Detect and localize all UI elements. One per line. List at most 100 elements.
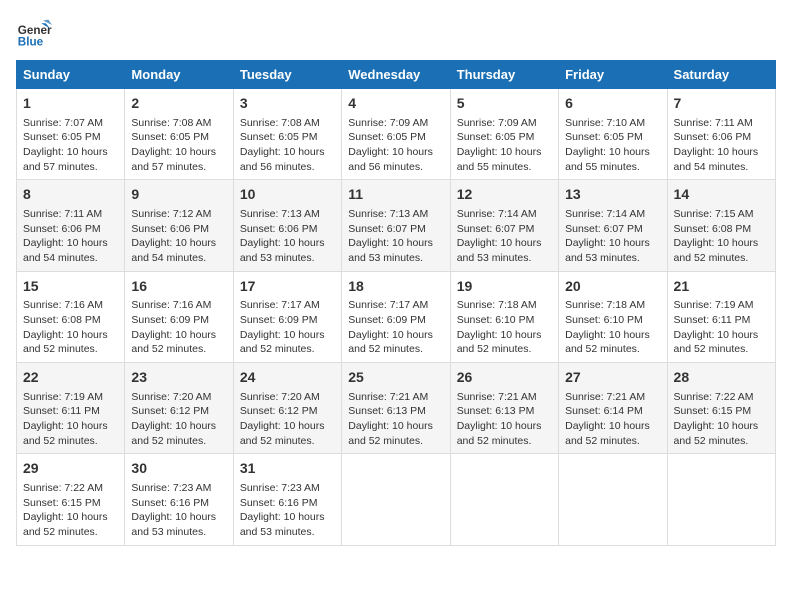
calendar-cell: 28Sunrise: 7:22 AM Sunset: 6:15 PM Dayli… <box>667 363 775 454</box>
column-header-sunday: Sunday <box>17 61 125 89</box>
day-info: Sunrise: 7:22 AM Sunset: 6:15 PM Dayligh… <box>674 390 769 449</box>
day-number: 10 <box>240 185 335 205</box>
day-info: Sunrise: 7:18 AM Sunset: 6:10 PM Dayligh… <box>457 298 552 357</box>
calendar-cell: 21Sunrise: 7:19 AM Sunset: 6:11 PM Dayli… <box>667 271 775 362</box>
day-info: Sunrise: 7:12 AM Sunset: 6:06 PM Dayligh… <box>131 207 226 266</box>
calendar-cell: 5Sunrise: 7:09 AM Sunset: 6:05 PM Daylig… <box>450 89 558 180</box>
day-number: 2 <box>131 94 226 114</box>
column-header-saturday: Saturday <box>667 61 775 89</box>
column-header-wednesday: Wednesday <box>342 61 450 89</box>
column-header-thursday: Thursday <box>450 61 558 89</box>
day-number: 9 <box>131 185 226 205</box>
day-number: 7 <box>674 94 769 114</box>
page-header: General Blue <box>16 16 776 52</box>
day-number: 16 <box>131 277 226 297</box>
day-number: 1 <box>23 94 118 114</box>
column-header-monday: Monday <box>125 61 233 89</box>
day-number: 22 <box>23 368 118 388</box>
calendar-cell: 23Sunrise: 7:20 AM Sunset: 6:12 PM Dayli… <box>125 363 233 454</box>
day-info: Sunrise: 7:21 AM Sunset: 6:14 PM Dayligh… <box>565 390 660 449</box>
day-info: Sunrise: 7:11 AM Sunset: 6:06 PM Dayligh… <box>23 207 118 266</box>
calendar-cell: 18Sunrise: 7:17 AM Sunset: 6:09 PM Dayli… <box>342 271 450 362</box>
calendar-table: SundayMondayTuesdayWednesdayThursdayFrid… <box>16 60 776 546</box>
day-number: 12 <box>457 185 552 205</box>
day-number: 11 <box>348 185 443 205</box>
day-number: 24 <box>240 368 335 388</box>
day-number: 14 <box>674 185 769 205</box>
calendar-cell: 11Sunrise: 7:13 AM Sunset: 6:07 PM Dayli… <box>342 180 450 271</box>
day-info: Sunrise: 7:16 AM Sunset: 6:09 PM Dayligh… <box>131 298 226 357</box>
day-number: 18 <box>348 277 443 297</box>
calendar-week-row: 15Sunrise: 7:16 AM Sunset: 6:08 PM Dayli… <box>17 271 776 362</box>
day-number: 30 <box>131 459 226 479</box>
calendar-cell: 17Sunrise: 7:17 AM Sunset: 6:09 PM Dayli… <box>233 271 341 362</box>
day-number: 20 <box>565 277 660 297</box>
column-header-tuesday: Tuesday <box>233 61 341 89</box>
day-info: Sunrise: 7:13 AM Sunset: 6:06 PM Dayligh… <box>240 207 335 266</box>
calendar-cell: 15Sunrise: 7:16 AM Sunset: 6:08 PM Dayli… <box>17 271 125 362</box>
calendar-cell: 12Sunrise: 7:14 AM Sunset: 6:07 PM Dayli… <box>450 180 558 271</box>
day-info: Sunrise: 7:17 AM Sunset: 6:09 PM Dayligh… <box>240 298 335 357</box>
day-info: Sunrise: 7:21 AM Sunset: 6:13 PM Dayligh… <box>457 390 552 449</box>
calendar-cell: 31Sunrise: 7:23 AM Sunset: 6:16 PM Dayli… <box>233 454 341 545</box>
calendar-cell: 10Sunrise: 7:13 AM Sunset: 6:06 PM Dayli… <box>233 180 341 271</box>
calendar-cell: 13Sunrise: 7:14 AM Sunset: 6:07 PM Dayli… <box>559 180 667 271</box>
day-number: 21 <box>674 277 769 297</box>
logo: General Blue <box>16 16 52 52</box>
column-header-friday: Friday <box>559 61 667 89</box>
day-info: Sunrise: 7:15 AM Sunset: 6:08 PM Dayligh… <box>674 207 769 266</box>
day-number: 31 <box>240 459 335 479</box>
day-number: 4 <box>348 94 443 114</box>
day-info: Sunrise: 7:18 AM Sunset: 6:10 PM Dayligh… <box>565 298 660 357</box>
day-number: 3 <box>240 94 335 114</box>
calendar-cell: 24Sunrise: 7:20 AM Sunset: 6:12 PM Dayli… <box>233 363 341 454</box>
day-info: Sunrise: 7:08 AM Sunset: 6:05 PM Dayligh… <box>240 116 335 175</box>
calendar-cell: 19Sunrise: 7:18 AM Sunset: 6:10 PM Dayli… <box>450 271 558 362</box>
day-number: 23 <box>131 368 226 388</box>
calendar-cell: 9Sunrise: 7:12 AM Sunset: 6:06 PM Daylig… <box>125 180 233 271</box>
day-number: 8 <box>23 185 118 205</box>
day-info: Sunrise: 7:09 AM Sunset: 6:05 PM Dayligh… <box>348 116 443 175</box>
day-info: Sunrise: 7:14 AM Sunset: 6:07 PM Dayligh… <box>565 207 660 266</box>
svg-text:Blue: Blue <box>18 36 44 49</box>
day-info: Sunrise: 7:10 AM Sunset: 6:05 PM Dayligh… <box>565 116 660 175</box>
calendar-cell: 14Sunrise: 7:15 AM Sunset: 6:08 PM Dayli… <box>667 180 775 271</box>
calendar-cell: 1Sunrise: 7:07 AM Sunset: 6:05 PM Daylig… <box>17 89 125 180</box>
calendar-cell: 8Sunrise: 7:11 AM Sunset: 6:06 PM Daylig… <box>17 180 125 271</box>
day-info: Sunrise: 7:19 AM Sunset: 6:11 PM Dayligh… <box>674 298 769 357</box>
calendar-cell: 22Sunrise: 7:19 AM Sunset: 6:11 PM Dayli… <box>17 363 125 454</box>
day-number: 5 <box>457 94 552 114</box>
logo-icon: General Blue <box>16 16 52 52</box>
calendar-cell <box>559 454 667 545</box>
day-number: 26 <box>457 368 552 388</box>
day-number: 29 <box>23 459 118 479</box>
calendar-cell: 25Sunrise: 7:21 AM Sunset: 6:13 PM Dayli… <box>342 363 450 454</box>
calendar-cell: 7Sunrise: 7:11 AM Sunset: 6:06 PM Daylig… <box>667 89 775 180</box>
calendar-week-row: 8Sunrise: 7:11 AM Sunset: 6:06 PM Daylig… <box>17 180 776 271</box>
calendar-cell: 27Sunrise: 7:21 AM Sunset: 6:14 PM Dayli… <box>559 363 667 454</box>
calendar-cell: 16Sunrise: 7:16 AM Sunset: 6:09 PM Dayli… <box>125 271 233 362</box>
calendar-week-row: 29Sunrise: 7:22 AM Sunset: 6:15 PM Dayli… <box>17 454 776 545</box>
day-info: Sunrise: 7:14 AM Sunset: 6:07 PM Dayligh… <box>457 207 552 266</box>
calendar-cell: 30Sunrise: 7:23 AM Sunset: 6:16 PM Dayli… <box>125 454 233 545</box>
calendar-cell <box>667 454 775 545</box>
day-info: Sunrise: 7:19 AM Sunset: 6:11 PM Dayligh… <box>23 390 118 449</box>
calendar-cell: 2Sunrise: 7:08 AM Sunset: 6:05 PM Daylig… <box>125 89 233 180</box>
calendar-cell <box>450 454 558 545</box>
day-number: 15 <box>23 277 118 297</box>
day-info: Sunrise: 7:09 AM Sunset: 6:05 PM Dayligh… <box>457 116 552 175</box>
calendar-header-row: SundayMondayTuesdayWednesdayThursdayFrid… <box>17 61 776 89</box>
day-number: 25 <box>348 368 443 388</box>
day-number: 28 <box>674 368 769 388</box>
calendar-week-row: 22Sunrise: 7:19 AM Sunset: 6:11 PM Dayli… <box>17 363 776 454</box>
day-number: 6 <box>565 94 660 114</box>
calendar-week-row: 1Sunrise: 7:07 AM Sunset: 6:05 PM Daylig… <box>17 89 776 180</box>
day-info: Sunrise: 7:13 AM Sunset: 6:07 PM Dayligh… <box>348 207 443 266</box>
day-number: 27 <box>565 368 660 388</box>
calendar-cell: 20Sunrise: 7:18 AM Sunset: 6:10 PM Dayli… <box>559 271 667 362</box>
day-info: Sunrise: 7:17 AM Sunset: 6:09 PM Dayligh… <box>348 298 443 357</box>
day-info: Sunrise: 7:16 AM Sunset: 6:08 PM Dayligh… <box>23 298 118 357</box>
day-info: Sunrise: 7:21 AM Sunset: 6:13 PM Dayligh… <box>348 390 443 449</box>
day-info: Sunrise: 7:08 AM Sunset: 6:05 PM Dayligh… <box>131 116 226 175</box>
day-info: Sunrise: 7:07 AM Sunset: 6:05 PM Dayligh… <box>23 116 118 175</box>
